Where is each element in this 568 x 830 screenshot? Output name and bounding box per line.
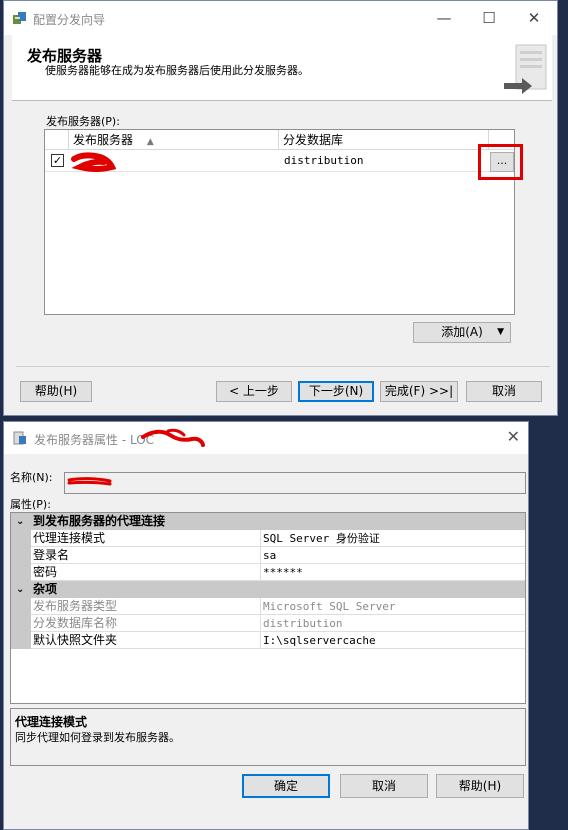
property-key: 代理连接模式 [33,530,261,547]
wizard-title: 配置分发向导 [33,13,106,27]
description-text: 同步代理如何登录到发布服务器。 [15,731,180,744]
property-row[interactable]: 发布服务器类型 Microsoft SQL Server [11,598,525,615]
wizard-title-bar: 配置分发向导 — ☐ ✕ [4,1,557,35]
property-key: 默认快照文件夹 [33,632,261,649]
collapse-chevron-icon[interactable]: ⌄ [16,513,24,530]
column-header-publisher[interactable]: 发布服务器 ▲ [69,130,279,150]
distribution-wizard-window: 配置分发向导 — ☐ ✕ 发布服务器 使服务器能够在成为发布服务器后使用此分发服… [3,0,558,416]
cancel-button[interactable]: 取消 [466,381,542,402]
category-label: 杂项 [33,582,58,596]
back-button[interactable]: < 上一步 [216,381,292,402]
add-button-label: 添加(A) [441,325,483,339]
row-gutter [11,615,31,632]
property-row[interactable]: 分发数据库名称 distribution [11,615,525,632]
property-row[interactable]: 代理连接模式 SQL Server 身份验证 [11,530,525,547]
property-value: distribution [263,617,343,630]
maximize-icon[interactable]: ☐ [469,6,509,30]
wizard-app-icon [13,12,26,24]
property-key: 发布服务器类型 [33,598,261,615]
category-misc[interactable]: ⌄ 杂项 [11,581,525,598]
redaction-mark [71,152,116,172]
publishers-label: 发布服务器(P): [46,115,120,128]
description-title: 代理连接模式 [15,715,88,729]
properties-close-icon[interactable]: ✕ [507,427,520,446]
property-value[interactable]: sa [263,547,523,564]
column-header-database-label: 分发数据库 [283,133,344,147]
grid-header-check [45,130,69,150]
properties-cancel-button[interactable]: 取消 [340,774,428,798]
category-agent-connection[interactable]: ⌄ 到发布服务器的代理连接 [11,513,525,530]
ok-button[interactable]: 确定 [242,774,330,798]
dropdown-arrow-icon: ▼ [497,327,504,337]
property-value[interactable]: ****** [263,564,523,581]
grid-header: 发布服务器 ▲ 分发数据库 [45,130,514,150]
wizard-header: 发布服务器 使服务器能够在成为发布服务器后使用此分发服务器。 [12,35,552,101]
close-icon[interactable]: ✕ [514,6,554,30]
attributes-label: 属性(P): [10,498,51,511]
row-gutter [11,547,31,564]
property-key: 分发数据库名称 [33,615,261,632]
properties-title-bar: 发布服务器属性 - LOC ✕ [4,422,528,454]
property-value: Microsoft SQL Server [263,600,396,613]
row-gutter [11,632,31,649]
row-gutter [11,598,31,615]
add-button[interactable]: 添加(A) ▼ [413,322,511,343]
publisher-checkbox[interactable]: ✓ [51,154,64,167]
property-row[interactable]: 默认快照文件夹 I:\sqlservercache [11,632,525,649]
title-redaction-mark [141,428,205,447]
finish-button[interactable]: 完成(F) >>| [380,381,458,402]
row-gutter [11,530,31,547]
property-row[interactable]: 密码 ****** [11,564,525,581]
server-header-icon [504,44,547,94]
column-header-database[interactable]: 分发数据库 [279,130,489,150]
property-description-panel: 代理连接模式 同步代理如何登录到发布服务器。 [10,708,526,766]
name-label: 名称(N): [10,471,53,484]
name-redaction-mark [67,477,112,486]
property-value[interactable]: I:\sqlservercache [263,632,523,649]
column-header-publisher-label: 发布服务器 [73,133,134,147]
property-grid: ⌄ 到发布服务器的代理连接 代理连接模式 SQL Server 身份验证 登录名… [10,512,526,704]
property-row[interactable]: 登录名 sa [11,547,525,564]
next-button[interactable]: 下一步(N) [298,381,374,402]
divider [16,366,550,367]
minimize-icon[interactable]: — [424,6,464,30]
property-key: 密码 [33,564,261,581]
publisher-properties-window: 发布服务器属性 - LOC ✕ 名称(N): 属性(P): ⌄ 到发布服务器的代… [3,421,529,830]
name-field[interactable] [64,472,526,494]
property-value[interactable]: SQL Server 身份验证 [263,530,523,547]
distribution-database-cell: distribution [284,154,364,167]
property-key: 登录名 [33,547,261,564]
page-subtitle: 使服务器能够在成为发布服务器后使用此分发服务器。 [45,64,309,77]
category-label: 到发布服务器的代理连接 [33,514,166,528]
collapse-chevron-icon[interactable]: ⌄ [16,581,24,598]
properties-help-button[interactable]: 帮助(H) [436,774,524,798]
row-gutter [11,564,31,581]
properties-title: 发布服务器属性 - LOC [34,433,155,447]
highlight-box [478,144,523,180]
sort-ascending-icon: ▲ [146,137,154,147]
help-button[interactable]: 帮助(H) [20,381,92,402]
properties-app-icon [13,431,26,445]
